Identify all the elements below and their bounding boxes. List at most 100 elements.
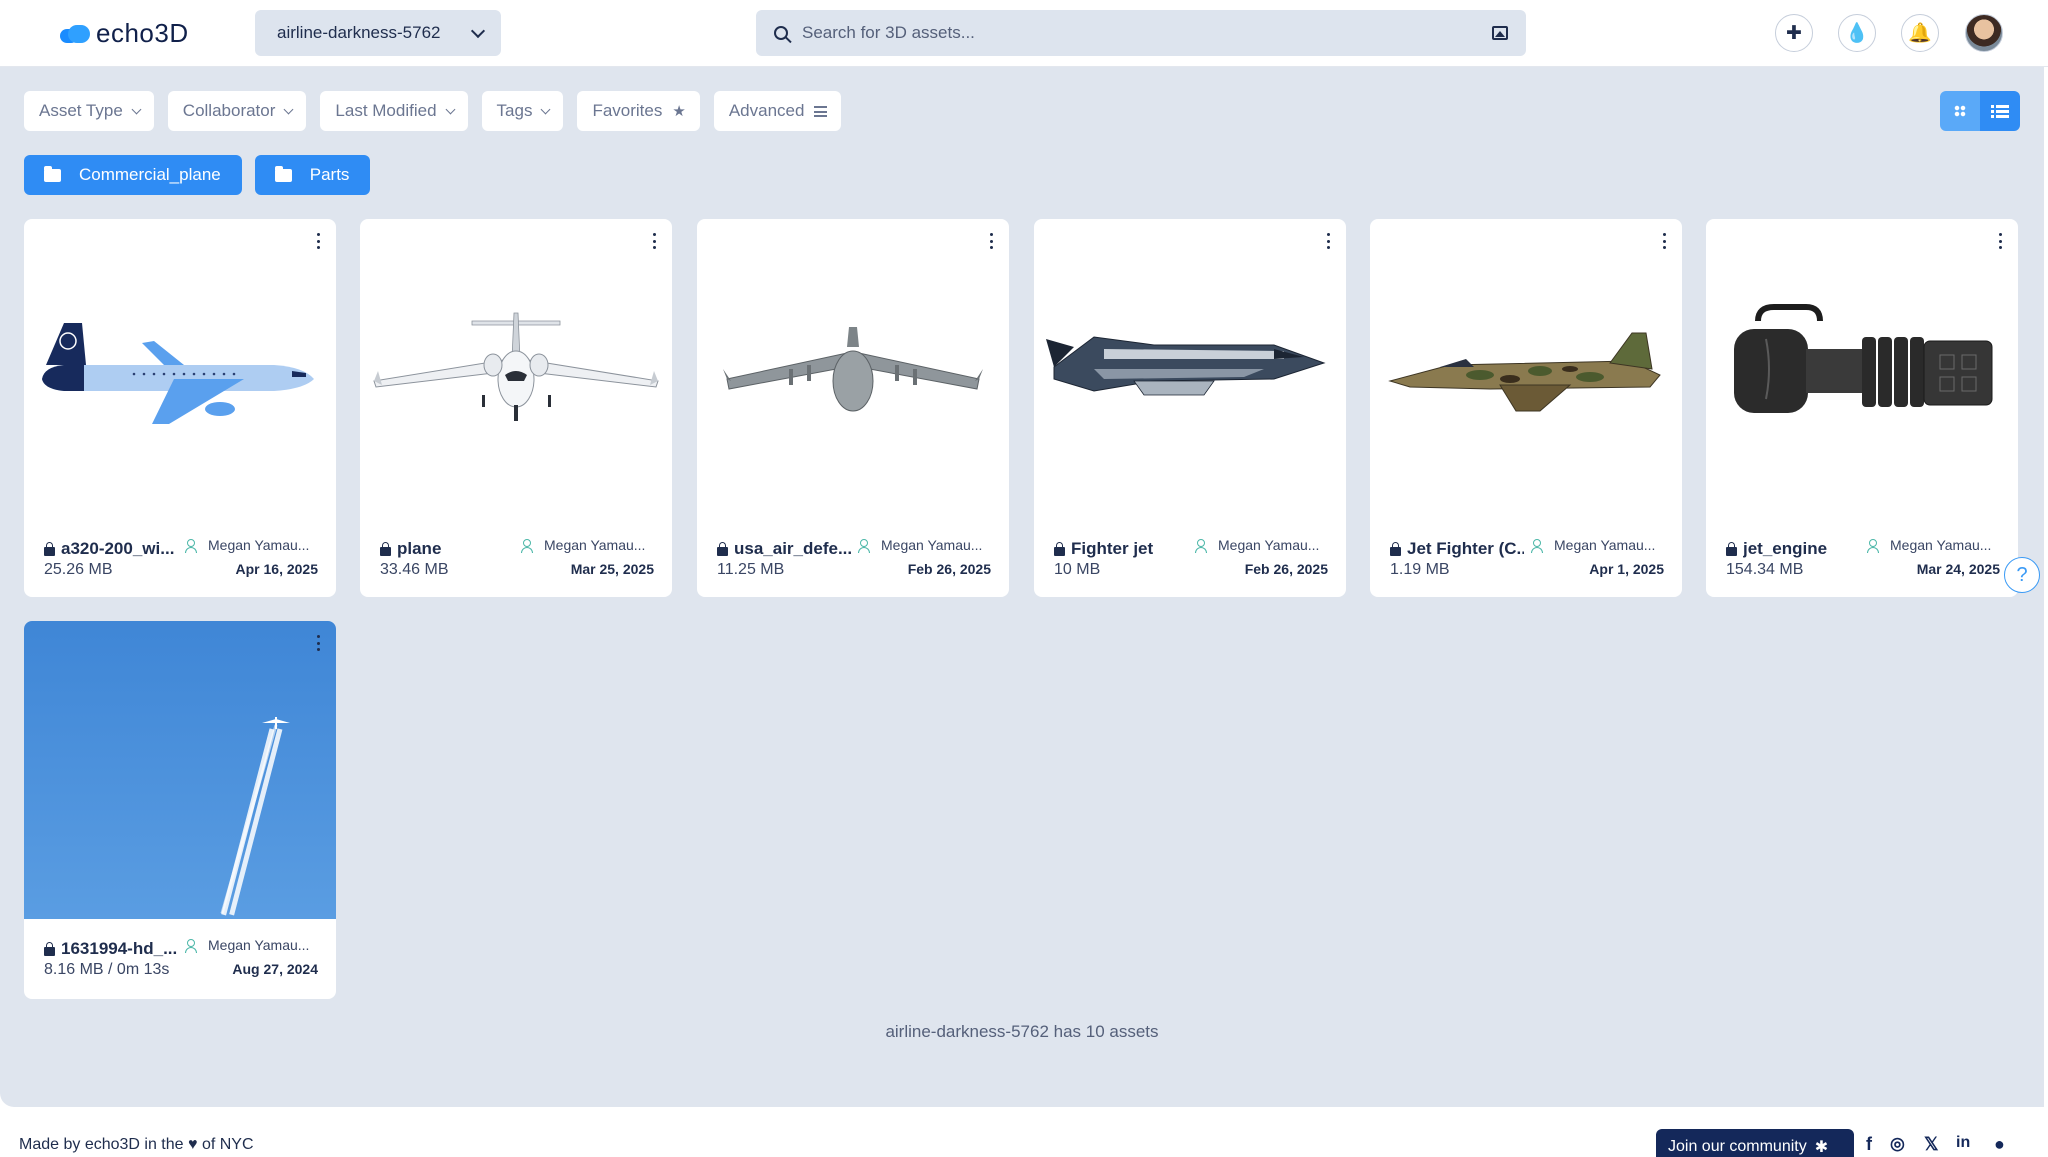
asset-size: 11.25 MB xyxy=(717,561,785,578)
grid-view-button[interactable] xyxy=(1940,91,1980,131)
folder-commercial-plane[interactable]: Commercial_plane xyxy=(24,155,242,195)
card-menu-icon[interactable] xyxy=(1658,233,1670,249)
collaborator-name: Megan Yamau... xyxy=(1218,537,1320,553)
asset-name: plane xyxy=(397,539,442,558)
asset-size: 1.19 MB xyxy=(1390,561,1450,578)
filter-last-modified[interactable]: Last Modified xyxy=(320,91,468,131)
filter-advanced[interactable]: Advanced xyxy=(713,91,842,131)
collaborator-name: Megan Yamau... xyxy=(1554,537,1656,553)
join-community-button[interactable]: Join our community ✱ xyxy=(1656,1129,1854,1157)
project-name: airline-darkness-5762 xyxy=(277,23,441,42)
folder-label: Commercial_plane xyxy=(79,165,221,184)
folder-chips: Commercial_plane Parts xyxy=(24,155,371,195)
asset-card[interactable]: plane 33.46 MB Megan Yamau... Mar 25, 20… xyxy=(360,219,672,597)
bell-icon[interactable]: 🔔 xyxy=(1901,14,1939,52)
asset-card[interactable]: usa_air_defe... 11.25 MB Megan Yamau... … xyxy=(697,219,1009,597)
linkedin-icon[interactable]: in xyxy=(1956,1134,1970,1152)
collaborator-name: Megan Yamau... xyxy=(1890,537,1992,553)
asset-name: usa_air_defe... xyxy=(734,539,851,558)
search-input[interactable] xyxy=(802,23,1492,43)
heart-icon: ♥ xyxy=(188,1136,198,1153)
slack-icon: ✱ xyxy=(1814,1138,1829,1156)
filter-collaborator[interactable]: Collaborator xyxy=(167,91,307,131)
lock-icon xyxy=(44,942,55,956)
asset-size: 8.16 MB / 0m 13s xyxy=(44,961,170,978)
drop-icon[interactable]: 💧 xyxy=(1838,14,1876,52)
puzzle-icon[interactable]: ✚ xyxy=(1775,14,1813,52)
lock-icon xyxy=(1054,542,1065,556)
folder-parts[interactable]: Parts xyxy=(254,155,371,195)
help-icon[interactable]: ? xyxy=(2004,557,2040,593)
card-meta: 1631994-hd_... 8.16 MB / 0m 13s Megan Ya… xyxy=(24,937,336,999)
asset-card[interactable]: Fighter jet 10 MB Megan Yamau... Feb 26,… xyxy=(1034,219,1346,597)
asset-name: jet_engine xyxy=(1743,539,1828,558)
join-label: Join our community xyxy=(1668,1137,1807,1155)
asset-date: Apr 16, 2025 xyxy=(235,561,319,577)
asset-date: Apr 1, 2025 xyxy=(1589,561,1664,577)
list-view-button[interactable] xyxy=(1980,91,2020,131)
search-bar xyxy=(756,10,1526,56)
card-menu-icon[interactable] xyxy=(312,233,324,249)
filter-label: Asset Type xyxy=(39,101,123,120)
asset-count-summary: airline-darkness-5762 has 10 assets xyxy=(885,1022,1159,1041)
card-menu-icon[interactable] xyxy=(648,233,660,249)
lock-icon xyxy=(1726,542,1737,556)
filter-bar: Asset Type Collaborator Last Modified Ta… xyxy=(24,91,842,131)
card-meta: jet_engine 154.34 MB Megan Yamau... Mar … xyxy=(1706,537,2018,597)
asset-size: 33.46 MB xyxy=(380,561,449,578)
asset-name: Fighter jet xyxy=(1071,539,1154,558)
asset-card[interactable]: jet_engine 154.34 MB Megan Yamau... Mar … xyxy=(1706,219,2018,597)
camo-jet-thumbnail xyxy=(1388,332,1661,412)
card-menu-icon[interactable] xyxy=(1322,233,1334,249)
collaborator-name: Megan Yamau... xyxy=(544,537,646,553)
asset-card[interactable]: a320-200_wi... 25.26 MB Megan Yamau... A… xyxy=(24,219,336,597)
filter-label: Tags xyxy=(496,101,533,120)
github-icon[interactable]: ● xyxy=(1994,1134,2005,1155)
card-meta: plane 33.46 MB Megan Yamau... Mar 25, 20… xyxy=(360,537,672,597)
footer: Made by echo3D in the ♥ of NYC Join our … xyxy=(0,1107,2048,1157)
made-by-post: of NYC xyxy=(201,1136,254,1153)
project-selector[interactable]: airline-darkness-5762 xyxy=(255,10,501,56)
user-icon xyxy=(185,939,197,953)
cloud-logo-icon xyxy=(58,23,92,45)
card-meta: Jet Fighter (C... 1.19 MB Megan Yamau...… xyxy=(1370,537,1682,597)
list-icon xyxy=(1991,104,2009,118)
card-menu-icon[interactable] xyxy=(985,233,997,249)
card-menu-icon[interactable] xyxy=(1994,233,2006,249)
image-search-icon[interactable] xyxy=(1492,26,1508,40)
asset-card[interactable]: Jet Fighter (C... 1.19 MB Megan Yamau...… xyxy=(1370,219,1682,597)
avatar[interactable] xyxy=(1965,14,2003,52)
asset-name: 1631994-hd_... xyxy=(61,939,178,958)
collaborator-name: Megan Yamau... xyxy=(208,537,310,553)
asset-size: 154.34 MB xyxy=(1726,561,1804,578)
asset-size: 25.26 MB xyxy=(44,561,113,578)
filter-tags[interactable]: Tags xyxy=(481,91,564,131)
x-icon[interactable]: 𝕏 xyxy=(1924,1134,1939,1155)
folder-label: Parts xyxy=(309,165,350,184)
echo3d-logo[interactable]: echo3D xyxy=(58,18,189,49)
cargo-plane-thumbnail xyxy=(723,327,983,412)
user-icon xyxy=(1531,539,1543,553)
filter-favorites[interactable]: Favorites ★ xyxy=(577,91,700,131)
chevron-down-icon xyxy=(131,104,142,114)
sky-video-thumbnail xyxy=(24,621,336,919)
asset-date: Mar 24, 2025 xyxy=(1916,561,2000,577)
lock-icon xyxy=(44,542,55,556)
card-menu-icon[interactable] xyxy=(312,635,324,651)
user-icon xyxy=(1867,539,1879,553)
asset-card[interactable]: 1631994-hd_... 8.16 MB / 0m 13s Megan Ya… xyxy=(24,621,336,999)
card-meta: usa_air_defe... 11.25 MB Megan Yamau... … xyxy=(697,537,1009,597)
asset-date: Feb 26, 2025 xyxy=(907,561,991,577)
filter-label: Favorites xyxy=(592,101,663,120)
search-icon xyxy=(774,26,788,40)
user-icon xyxy=(1195,539,1207,553)
facebook-icon[interactable]: f xyxy=(1866,1134,1872,1155)
card-meta: Fighter jet 10 MB Megan Yamau... Feb 26,… xyxy=(1034,537,1346,597)
made-by-text: Made by echo3D in the ♥ of NYC xyxy=(19,1136,254,1154)
made-by-pre: Made by echo3D in the xyxy=(19,1136,184,1153)
top-bar: echo3D airline-darkness-5762 ✚ 💧 🔔 xyxy=(0,0,2048,67)
grid-icon xyxy=(1954,105,1966,117)
chevron-down-icon xyxy=(283,104,294,114)
instagram-icon[interactable]: ◎ xyxy=(1890,1134,1905,1154)
filter-asset-type[interactable]: Asset Type xyxy=(24,91,154,131)
